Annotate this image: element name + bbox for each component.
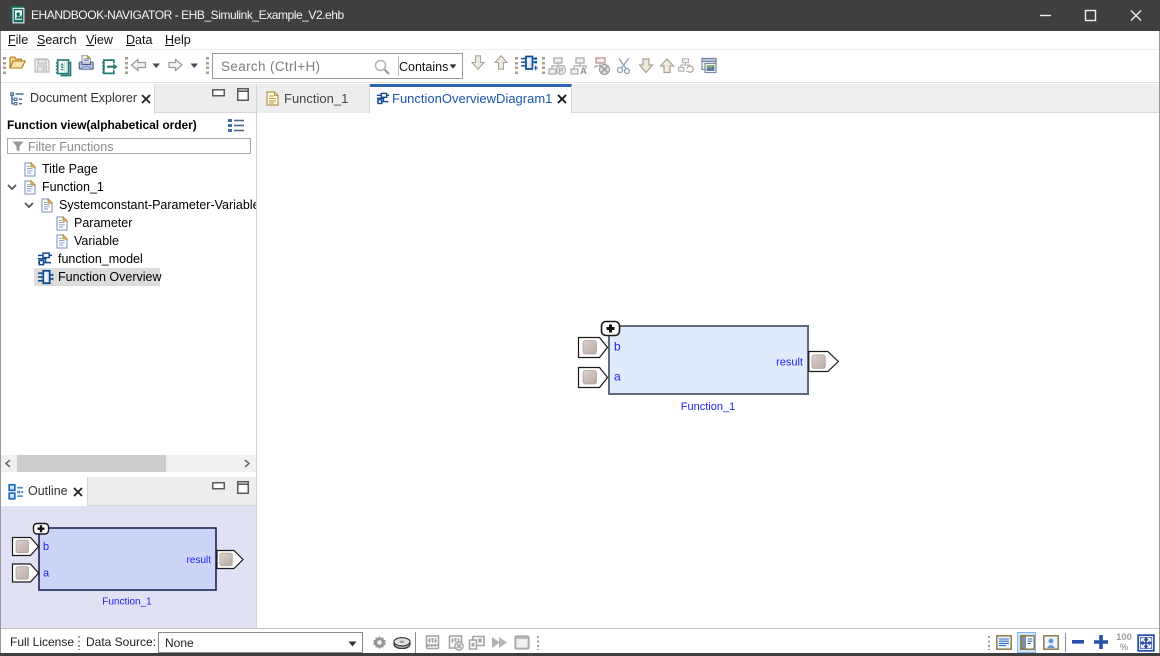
svg-text:a: a [43,568,50,580]
svg-text:result: result [776,357,803,369]
svg-text:a: a [614,370,621,384]
svg-text:b: b [614,340,621,354]
svg-text:P: P [559,68,564,75]
svg-text:Function_1: Function_1 [681,401,735,413]
svg-text:b: b [43,541,49,553]
svg-text:Function_1: Function_1 [102,597,152,608]
svg-text:A: A [580,66,587,76]
svg-text:result: result [187,555,212,566]
